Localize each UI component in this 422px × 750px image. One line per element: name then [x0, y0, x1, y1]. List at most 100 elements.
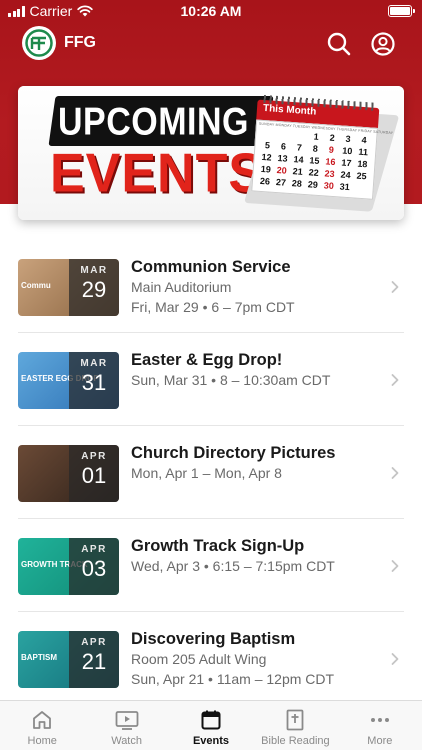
- calendar-dates: 1 2 3 4 5 6 7 8 9 10 11 12 13 14 15 16 17 18 19 20 21 22 23 24 2…: [257, 128, 373, 194]
- calendar-date: 16: [325, 156, 336, 168]
- calendar-date: 3: [345, 133, 351, 145]
- chevron-right-icon: [391, 374, 399, 386]
- event-month: MAR: [80, 265, 108, 276]
- event-thumbnail: APR 01: [18, 445, 119, 502]
- watch-icon: [84, 708, 168, 732]
- ffg-logo-mark-icon: [25, 29, 53, 57]
- event-detail-line-1: Main Auditorium: [131, 279, 232, 295]
- event-title: Church Directory Pictures: [131, 444, 336, 462]
- app-header: FFG: [0, 26, 422, 62]
- event-detail-line-1: Room 205 Adult Wing: [131, 651, 267, 667]
- calendar-date: [292, 130, 309, 141]
- event-month: APR: [81, 544, 107, 555]
- event-row[interactable]: BAPTISM APR 21 Discovering Baptism Room …: [18, 612, 404, 705]
- event-row[interactable]: APR 01 Church Directory Pictures Mon, Ap…: [18, 426, 404, 519]
- app-title: FFG: [64, 34, 96, 51]
- calendar-date: 6: [280, 141, 287, 152]
- calendar-date: 19: [260, 163, 272, 175]
- event-title: Growth Track Sign-Up: [131, 537, 305, 555]
- calendar-illustration: This Month SUNDAY MONDAY TUESDAY WEDNESD…: [243, 94, 400, 212]
- event-day: 01: [81, 463, 107, 488]
- calendar-date: 28: [291, 178, 303, 189]
- calendar-date: 13: [277, 153, 288, 164]
- event-row[interactable]: EASTER EGG DROP MAR 31 Easter & Egg Drop…: [18, 333, 404, 426]
- calendar-date: 12: [261, 151, 272, 163]
- event-row[interactable]: GROWTH TRACK APR 03 Growth Track Sign-Up…: [18, 519, 404, 612]
- event-detail-line-1: Wed, Apr 3 • 6:15 – 7:15pm CDT: [131, 558, 335, 574]
- search-icon[interactable]: [326, 31, 352, 57]
- more-icon: [338, 708, 422, 732]
- calendar-date: 8: [312, 143, 319, 154]
- calendar-date: 15: [309, 155, 320, 166]
- calendar-date: 1: [313, 131, 320, 142]
- event-thumbnail-caption: Commu: [21, 281, 51, 290]
- status-time: 10:26 AM: [180, 3, 242, 19]
- event-date-badge: APR 21: [69, 631, 119, 688]
- calendar-date: 2: [329, 132, 336, 143]
- event-date-badge: APR 01: [69, 445, 119, 502]
- banner-line-events: EVENTS: [50, 143, 265, 204]
- event-month: MAR: [80, 358, 108, 369]
- event-thumbnail: Commu MAR 29: [18, 259, 119, 316]
- status-bar: Carrier 10:26 AM: [0, 0, 422, 24]
- calendar-date: 9: [328, 144, 335, 155]
- calendar-date: 4: [361, 134, 367, 146]
- event-thumbnail-caption: BAPTISM: [21, 653, 57, 662]
- banner-line-upcoming: UPCOMING: [58, 100, 249, 144]
- chevron-right-icon: [391, 467, 399, 479]
- calendar-date: [352, 182, 369, 193]
- calendar-date: 26: [259, 175, 271, 187]
- calendar-date: 25: [356, 170, 367, 182]
- calendar-date: 22: [308, 167, 320, 178]
- bible-icon: [253, 708, 337, 732]
- event-day: 21: [81, 649, 107, 674]
- event-day: 31: [81, 370, 107, 395]
- chevron-right-icon: [391, 560, 399, 572]
- upcoming-events-banner[interactable]: UPCOMING EVENTS This Month SUNDAY MONDAY…: [18, 86, 404, 220]
- calendar-date: 20: [276, 165, 288, 176]
- event-detail-line-2: Fri, Mar 29 • 6 – 7pm CDT: [131, 299, 295, 315]
- tab-label: Bible Reading: [261, 735, 330, 747]
- tab-label: Home: [27, 735, 57, 747]
- calendar-date: 17: [341, 157, 352, 169]
- tab-events[interactable]: Events: [169, 701, 253, 750]
- profile-icon[interactable]: [370, 31, 396, 57]
- calendar-date: 18: [357, 158, 368, 170]
- calendar-date: [260, 128, 277, 139]
- calendar-page: SUNDAY MONDAY TUESDAY WEDNESDAY THURSDAY…: [251, 119, 393, 200]
- calendar-date: 5: [264, 140, 271, 151]
- event-date-badge: MAR 29: [69, 259, 119, 316]
- tab-label: Watch: [111, 735, 142, 747]
- event-title: Easter & Egg Drop!: [131, 351, 283, 369]
- tab-more[interactable]: More: [338, 701, 422, 750]
- calendar-date: 31: [339, 181, 351, 193]
- event-title: Discovering Baptism: [131, 630, 296, 648]
- calendar-date: 10: [341, 145, 353, 157]
- tab-home[interactable]: Home: [0, 701, 84, 750]
- event-month: APR: [81, 451, 107, 462]
- event-detail-line-1: Mon, Apr 1 – Mon, Apr 8: [131, 465, 282, 481]
- tab-bar: Home Watch Events Bible Reading More: [0, 700, 422, 750]
- tab-watch[interactable]: Watch: [84, 701, 168, 750]
- home-icon: [0, 708, 84, 732]
- event-detail-line-2: Sun, Apr 21 • 11am – 12pm CDT: [131, 671, 335, 687]
- chevron-right-icon: [391, 281, 399, 293]
- battery-icon: [388, 5, 415, 17]
- tab-bible-reading[interactable]: Bible Reading: [253, 701, 337, 750]
- tab-label: Events: [192, 735, 230, 747]
- event-date-badge: MAR 31: [69, 352, 119, 409]
- chevron-right-icon: [391, 653, 399, 665]
- event-row[interactable]: Commu MAR 29 Communion Service Main Audi…: [18, 240, 404, 333]
- calendar-date: 7: [296, 142, 303, 153]
- church-logo-icon[interactable]: [22, 26, 56, 60]
- event-thumbnail: EASTER EGG DROP MAR 31: [18, 352, 119, 409]
- tab-label: More: [367, 735, 393, 747]
- event-thumbnail: BAPTISM APR 21: [18, 631, 119, 688]
- event-title: Communion Service: [131, 258, 291, 276]
- event-detail-line-1: Sun, Mar 31 • 8 – 10:30am CDT: [131, 372, 331, 388]
- event-day: 03: [81, 556, 107, 581]
- event-day: 29: [81, 277, 107, 302]
- calendar-date: 23: [324, 168, 335, 180]
- event-thumbnail: GROWTH TRACK APR 03: [18, 538, 119, 595]
- event-month: APR: [81, 637, 107, 648]
